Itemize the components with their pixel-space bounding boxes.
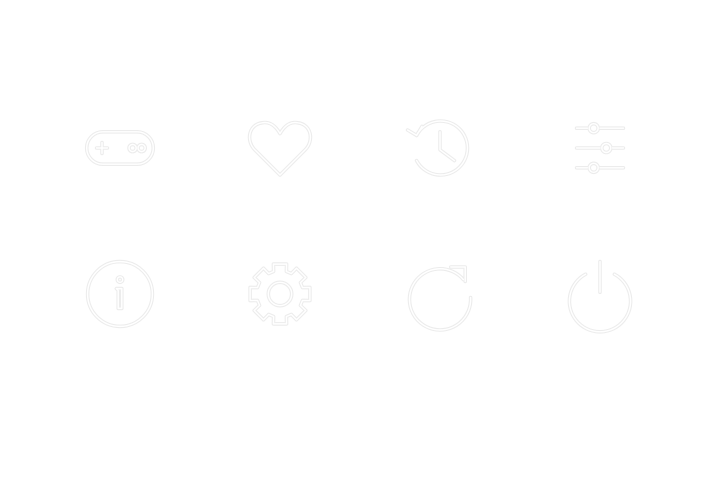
gear-button[interactable] (240, 254, 320, 334)
gamepad-button[interactable] (80, 108, 160, 188)
gamepad-icon (84, 130, 156, 166)
history-icon (405, 119, 470, 177)
heart-icon (247, 120, 313, 177)
sliders-icon (574, 121, 626, 175)
power-button[interactable] (560, 254, 640, 334)
info-icon (85, 259, 155, 329)
gear-icon (248, 262, 312, 326)
history-button[interactable] (400, 108, 480, 188)
info-button[interactable] (80, 254, 160, 334)
refresh-button[interactable] (400, 254, 480, 334)
sliders-button[interactable] (560, 108, 640, 188)
power-icon (567, 259, 633, 334)
heart-button[interactable] (240, 108, 320, 188)
refresh-icon (407, 265, 473, 332)
